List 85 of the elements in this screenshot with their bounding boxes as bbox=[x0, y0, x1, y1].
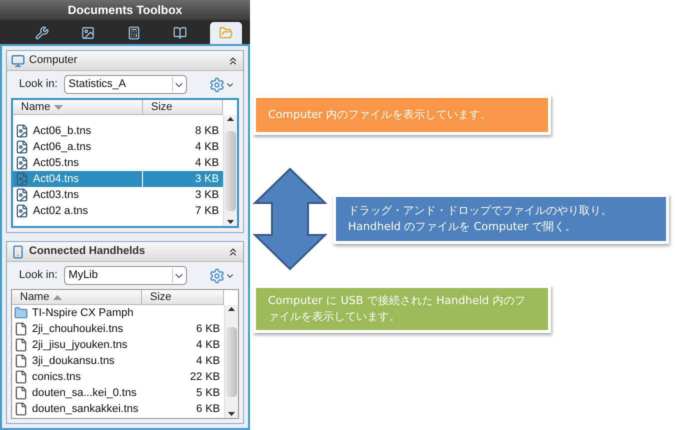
file-row[interactable]: Act06_a.tns 4 KB bbox=[13, 139, 223, 155]
file-size: 4 KB bbox=[195, 140, 219, 155]
file-size: 8 KB bbox=[195, 124, 219, 139]
file-size: 7 KB bbox=[195, 204, 219, 219]
monitor-icon bbox=[11, 54, 25, 68]
gear-icon bbox=[209, 268, 225, 284]
file-size: 4 KB bbox=[195, 156, 219, 171]
file-row[interactable]: douten_sankakkei.tns 6 KB bbox=[12, 401, 224, 417]
scrollbar[interactable] bbox=[224, 305, 238, 418]
file-size: 22 KB bbox=[190, 370, 220, 385]
file-row[interactable]: conics.tns 22 KB bbox=[12, 369, 224, 385]
document-icon bbox=[15, 188, 29, 202]
column-header[interactable]: Name bbox=[13, 100, 143, 114]
look-in-label: Look in: bbox=[19, 77, 58, 92]
file-name: TI-Nspire CX Pamph bbox=[32, 306, 134, 321]
double-arrow-icon bbox=[253, 167, 327, 271]
document-icon bbox=[15, 140, 29, 154]
folder-icon bbox=[219, 26, 233, 40]
file-name: Act04.tns bbox=[33, 172, 79, 187]
folder-icon bbox=[14, 306, 28, 320]
document-icon bbox=[15, 172, 29, 186]
collapse-icon[interactable] bbox=[227, 246, 239, 258]
file-name: 2ji_jisu_jyouken.tns bbox=[32, 338, 128, 353]
file-name: douten_sankakkei.tns bbox=[32, 402, 138, 417]
scroll-up-arrow-icon[interactable] bbox=[228, 307, 235, 311]
file-row[interactable]: 2ji_jisu_jyouken.tns 4 KB bbox=[12, 337, 224, 353]
callout-note: Computer に USB で接続された Handheld 内のファイルを表示しています。 bbox=[253, 285, 551, 333]
file-row[interactable]: Act03.tns 3 KB bbox=[13, 187, 223, 203]
file-icon bbox=[14, 402, 28, 416]
column-header[interactable]: Size bbox=[143, 100, 223, 114]
file-name: conics.tns bbox=[32, 370, 81, 385]
handheld-icon bbox=[11, 244, 25, 258]
file-icon bbox=[14, 322, 28, 336]
file-name: 2ji_chouhoukei.tns bbox=[32, 322, 124, 337]
window-title: Documents Toolbox bbox=[68, 2, 182, 19]
scroll-down-arrow-icon[interactable] bbox=[227, 220, 234, 224]
file-icon bbox=[14, 370, 28, 384]
options-button[interactable] bbox=[209, 76, 235, 92]
file-name: Act06_a.tns bbox=[33, 140, 92, 155]
file-row[interactable]: Act05.tns 4 KB bbox=[13, 155, 223, 171]
file-name: Act06_b.tns bbox=[33, 124, 92, 139]
callout-note: ドラッグ・アンド・ドロップでファイルのやり取り。 Handheld のファイルを Computer で開く。 bbox=[333, 194, 669, 244]
file-size: 4 KB bbox=[196, 338, 220, 353]
gear-icon bbox=[209, 76, 225, 92]
file-row[interactable]: Act06_b.tns 8 KB bbox=[13, 123, 223, 139]
file-row[interactable]: 3ji_doukansu.tns 4 KB bbox=[12, 353, 224, 369]
panel-title: Connected Handhelds bbox=[29, 244, 146, 260]
file-icon bbox=[14, 386, 28, 400]
file-name: 3ji_doukansu.tns bbox=[32, 354, 115, 369]
file-name: Act03.tns bbox=[33, 188, 79, 203]
document-icon bbox=[15, 204, 29, 218]
scrollbar[interactable] bbox=[223, 115, 237, 226]
file-row[interactable]: 2ji_chouhoukei.tns 6 KB bbox=[12, 321, 224, 337]
file-size: 3 KB bbox=[195, 188, 219, 203]
image-icon bbox=[81, 26, 95, 40]
file-size: 5 KB bbox=[196, 386, 220, 401]
file-size: 6 KB bbox=[196, 322, 220, 337]
look-in-dropdown[interactable]: Statistics_A bbox=[64, 75, 187, 94]
look-in-label: Look in: bbox=[19, 268, 58, 284]
file-icon bbox=[14, 338, 28, 352]
file-row[interactable]: douten_sa...kei_0.tns 5 KB bbox=[12, 385, 224, 401]
document-icon bbox=[15, 156, 29, 170]
column-header[interactable]: Size bbox=[142, 290, 224, 304]
file-name: Act02 a.tns bbox=[33, 204, 88, 219]
panel-title: Computer bbox=[29, 53, 78, 68]
document-icon bbox=[15, 124, 29, 138]
options-button[interactable] bbox=[209, 268, 235, 284]
look-in-dropdown[interactable]: MyLib bbox=[64, 266, 187, 285]
file-size: 4 KB bbox=[196, 354, 220, 369]
file-row[interactable]: TI-Nspire CX Pamph bbox=[12, 305, 224, 321]
collapse-icon[interactable] bbox=[227, 54, 239, 66]
file-size: 3 KB bbox=[195, 172, 219, 187]
callout-note: Computer 内のファイルを表示しています。 bbox=[253, 95, 551, 135]
scroll-up-arrow-icon[interactable] bbox=[227, 117, 234, 121]
file-row[interactable]: Act04.tns 3 KB bbox=[13, 171, 223, 187]
wrench-icon bbox=[35, 26, 49, 40]
scroll-down-arrow-icon[interactable] bbox=[228, 412, 235, 416]
file-size: 6 KB bbox=[196, 402, 220, 417]
file-name: Act05.tns bbox=[33, 156, 79, 171]
calculator-icon bbox=[127, 26, 141, 40]
book-icon bbox=[173, 26, 187, 40]
file-icon bbox=[14, 354, 28, 368]
file-row[interactable]: Act02 a.tns 7 KB bbox=[13, 203, 223, 219]
column-header[interactable]: Name bbox=[12, 290, 142, 304]
file-name: douten_sa...kei_0.tns bbox=[32, 386, 137, 401]
